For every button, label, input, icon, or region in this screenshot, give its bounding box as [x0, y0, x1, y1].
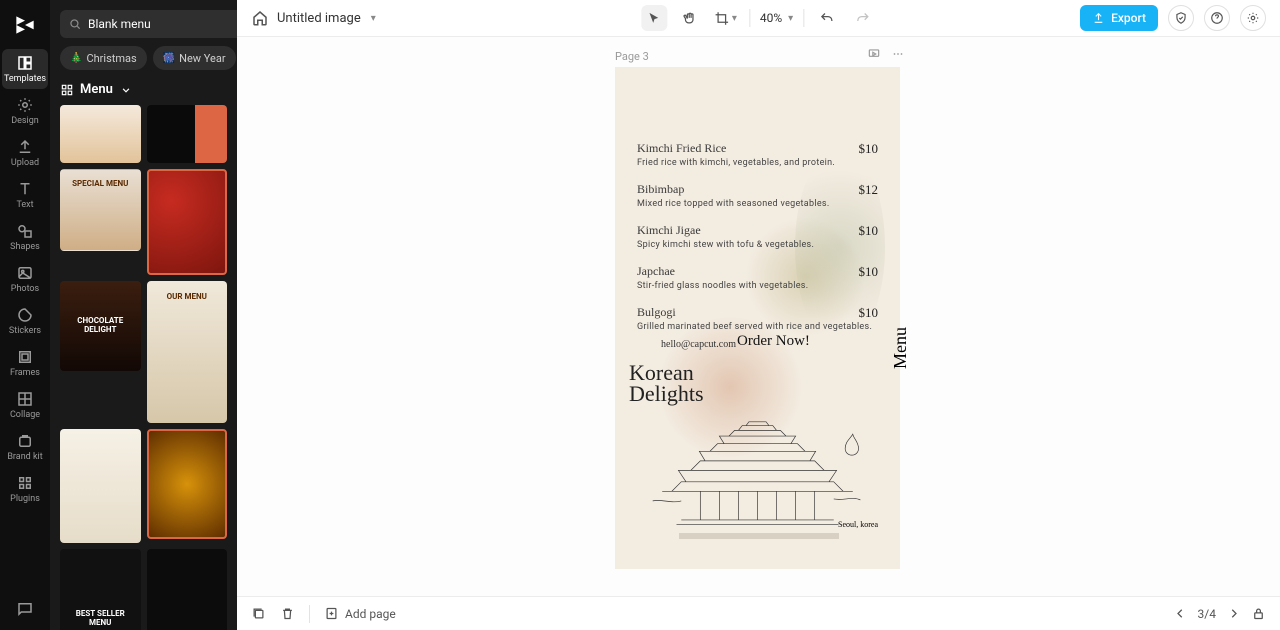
menu-vertical-label: Menu [890, 327, 911, 369]
page-more-icon[interactable] [891, 47, 905, 61]
duplicate-page-icon[interactable] [251, 606, 266, 621]
nav-frames[interactable]: Frames [2, 343, 48, 383]
export-button[interactable]: Export [1080, 5, 1158, 31]
template-thumb[interactable]: OUR MENU [147, 281, 228, 423]
menu-items: $10Kimchi Fried RiceFried rice with kimc… [637, 141, 878, 346]
menu-name: Bulgogi [637, 305, 878, 320]
topbar: Untitled image ▾ ▾ 40%▾ Export [237, 0, 1280, 37]
menu-desc: Fried rice with kimchi, vegetables, and … [637, 158, 878, 168]
location-text: Seoul, korea [838, 520, 878, 529]
page-label: Page 3 [615, 50, 649, 63]
template-thumb[interactable] [147, 105, 228, 163]
canvas-stage[interactable]: Page 3 $10Kimchi Fried RiceFried rice wi… [237, 37, 1280, 596]
menu-desc: Spicy kimchi stew with tofu & vegetables… [637, 240, 878, 250]
pedestal-shape [679, 533, 839, 539]
design-canvas[interactable]: $10Kimchi Fried RiceFried rice with kimc… [615, 67, 900, 569]
settings-icon[interactable] [1240, 5, 1266, 31]
menu-price: $10 [859, 264, 879, 280]
tool-group: ▾ 40%▾ [641, 5, 876, 31]
template-thumb[interactable] [147, 169, 228, 275]
chevron-down-icon [119, 83, 133, 97]
menu-name: Bibimbap [637, 182, 878, 197]
nav-feedback[interactable] [2, 589, 48, 629]
app-logo [12, 12, 38, 38]
chevron-down-icon[interactable]: ▾ [371, 13, 376, 24]
menu-desc: Mixed rice topped with seasoned vegetabl… [637, 199, 878, 209]
template-thumb[interactable]: CHOCOLATE DELIGHT [60, 281, 141, 371]
nav-brandkit[interactable]: Brand kit [2, 427, 48, 467]
template-thumb[interactable] [60, 105, 141, 163]
redo-button[interactable] [850, 5, 876, 31]
crop-tool[interactable]: ▾ [713, 5, 739, 31]
panel-heading[interactable]: Menu [50, 78, 237, 105]
menu-name: Kimchi Fried Rice [637, 141, 878, 156]
nav-photos[interactable]: Photos [2, 259, 48, 299]
grid-icon [60, 83, 74, 97]
search-icon [68, 17, 82, 31]
undo-button[interactable] [814, 5, 840, 31]
chip-christmas[interactable]: 🎄Christmas [60, 46, 147, 70]
menu-desc: Grilled marinated beef served with rice … [637, 322, 878, 332]
menu-price: $10 [859, 223, 879, 239]
template-thumb[interactable]: SPECIAL MENU [60, 169, 141, 251]
home-icon[interactable] [251, 9, 269, 27]
template-thumb[interactable] [147, 549, 228, 630]
add-page-button[interactable]: Add page [324, 606, 396, 621]
shield-icon[interactable] [1168, 5, 1194, 31]
nav-upload[interactable]: Upload [2, 133, 48, 173]
template-thumb[interactable] [147, 429, 228, 539]
hand-tool[interactable] [677, 5, 703, 31]
contact-email: hello@capcut.com [661, 339, 736, 350]
nav-shapes[interactable]: Shapes [2, 217, 48, 257]
search-input[interactable] [88, 17, 244, 31]
lock-icon[interactable] [1251, 606, 1266, 621]
menu-price: $12 [859, 182, 879, 198]
delete-page-icon[interactable] [280, 606, 295, 621]
nav-collage[interactable]: Collage [2, 385, 48, 425]
temple-sketch [629, 377, 886, 539]
templates-panel: 🎄Christmas 🎆New Year Mo Menu SPECIAL MEN… [50, 0, 237, 630]
nav-plugins[interactable]: Plugins [2, 469, 48, 509]
template-gallery: SPECIAL MENU CHOCOLATE DELIGHT OUR MENU … [50, 105, 237, 630]
prev-page-icon[interactable] [1173, 606, 1188, 621]
zoom-control[interactable]: 40%▾ [760, 11, 793, 25]
nav-text[interactable]: Text [2, 175, 48, 215]
template-thumb[interactable]: BEST SELLER MENU [60, 549, 141, 630]
menu-price: $10 [859, 305, 879, 321]
menu-name: Kimchi Jigae [637, 223, 878, 238]
select-tool[interactable] [641, 5, 667, 31]
nav-templates[interactable]: Templates [2, 49, 48, 89]
page-counter: 3/4 [1198, 607, 1216, 621]
menu-name: Japchae [637, 264, 878, 279]
menu-price: $10 [859, 141, 879, 157]
nav-design[interactable]: Design [2, 91, 48, 131]
next-page-icon[interactable] [1226, 606, 1241, 621]
plus-page-icon [324, 606, 339, 621]
order-now-text: Order Now! [737, 333, 810, 350]
doc-title[interactable]: Untitled image [277, 11, 361, 26]
nav-rail: Templates Design Upload Text Shapes Phot… [0, 0, 50, 630]
present-icon[interactable] [867, 47, 881, 61]
bottombar: Add page 3/4 [237, 596, 1280, 630]
template-thumb[interactable] [60, 429, 141, 543]
nav-stickers[interactable]: Stickers [2, 301, 48, 341]
export-icon [1092, 12, 1105, 25]
chip-newyear[interactable]: 🎆New Year [153, 46, 236, 70]
help-icon[interactable] [1204, 5, 1230, 31]
menu-desc: Stir-fried glass noodles with vegetables… [637, 281, 878, 291]
